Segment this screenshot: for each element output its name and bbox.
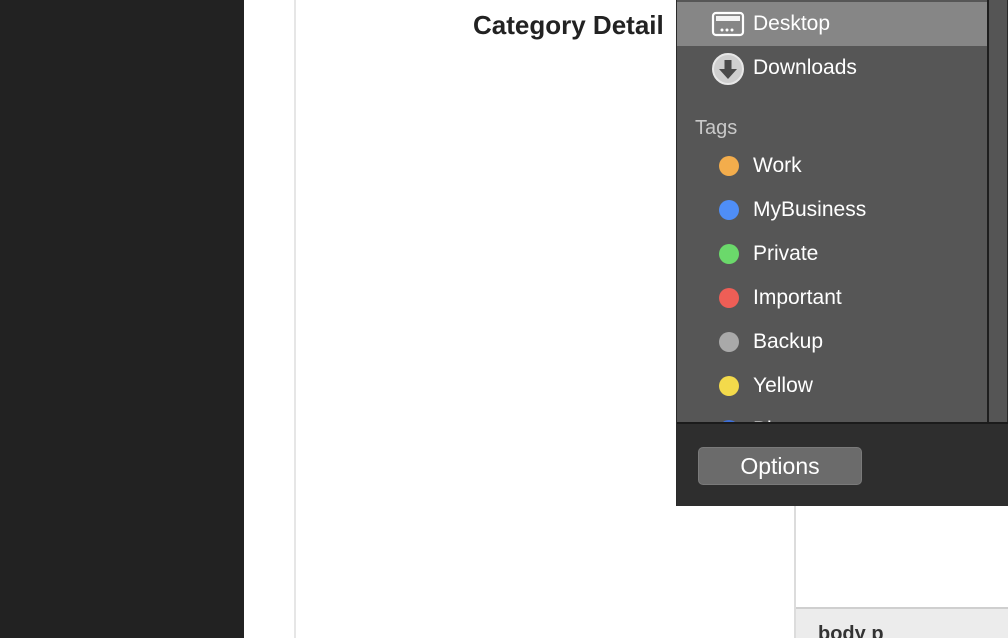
tag-label: MyBusiness — [753, 198, 867, 221]
tag-item-mybusiness[interactable]: MyBusiness — [677, 188, 987, 232]
tag-item-backup[interactable]: Backup — [677, 320, 987, 364]
element-path[interactable]: body p — [818, 623, 884, 638]
tag-label: Yellow — [753, 374, 813, 397]
tag-color-icon — [719, 200, 739, 220]
tag-label: Private — [753, 242, 819, 265]
tag-color-icon — [719, 376, 739, 396]
tag-color-icon — [719, 288, 739, 308]
sidebar-item-downloads[interactable]: Downloads — [677, 46, 987, 90]
finder-sidebar: Desktop Downloads Tags Work MyBusiness P… — [677, 0, 987, 422]
sidebar-item-desktop[interactable]: Desktop — [677, 2, 987, 46]
tag-label: Blue — [753, 408, 795, 422]
status-bar: body p — [796, 607, 1008, 638]
sidebar-item-label: Desktop — [753, 12, 831, 35]
tag-label: Work — [753, 154, 802, 177]
tag-item-work[interactable]: Work — [677, 144, 987, 188]
sidebar-divider — [987, 0, 989, 422]
page-title: Category Detail — [473, 10, 664, 40]
app-gutter — [0, 0, 244, 638]
sidebar-item-label: Downloads — [753, 56, 857, 79]
popup-footer: Options — [677, 422, 1008, 506]
finder-popup: Desktop Downloads Tags Work MyBusiness P… — [676, 0, 1008, 506]
tag-color-icon — [719, 244, 739, 264]
tag-item-important[interactable]: Important — [677, 276, 987, 320]
tag-item-yellow[interactable]: Yellow — [677, 364, 987, 408]
tag-color-icon — [719, 156, 739, 176]
downloads-icon — [711, 52, 745, 86]
tags-section-header: Tags — [695, 117, 738, 139]
tag-item-private[interactable]: Private — [677, 232, 987, 276]
tag-label: Backup — [753, 330, 824, 353]
tag-item-blue[interactable]: Blue — [677, 408, 987, 422]
tag-label: Important — [753, 286, 842, 309]
document-margin-rule — [294, 0, 296, 638]
desktop-icon — [711, 8, 745, 42]
tag-color-icon — [719, 332, 739, 352]
options-button[interactable]: Options — [698, 447, 862, 485]
